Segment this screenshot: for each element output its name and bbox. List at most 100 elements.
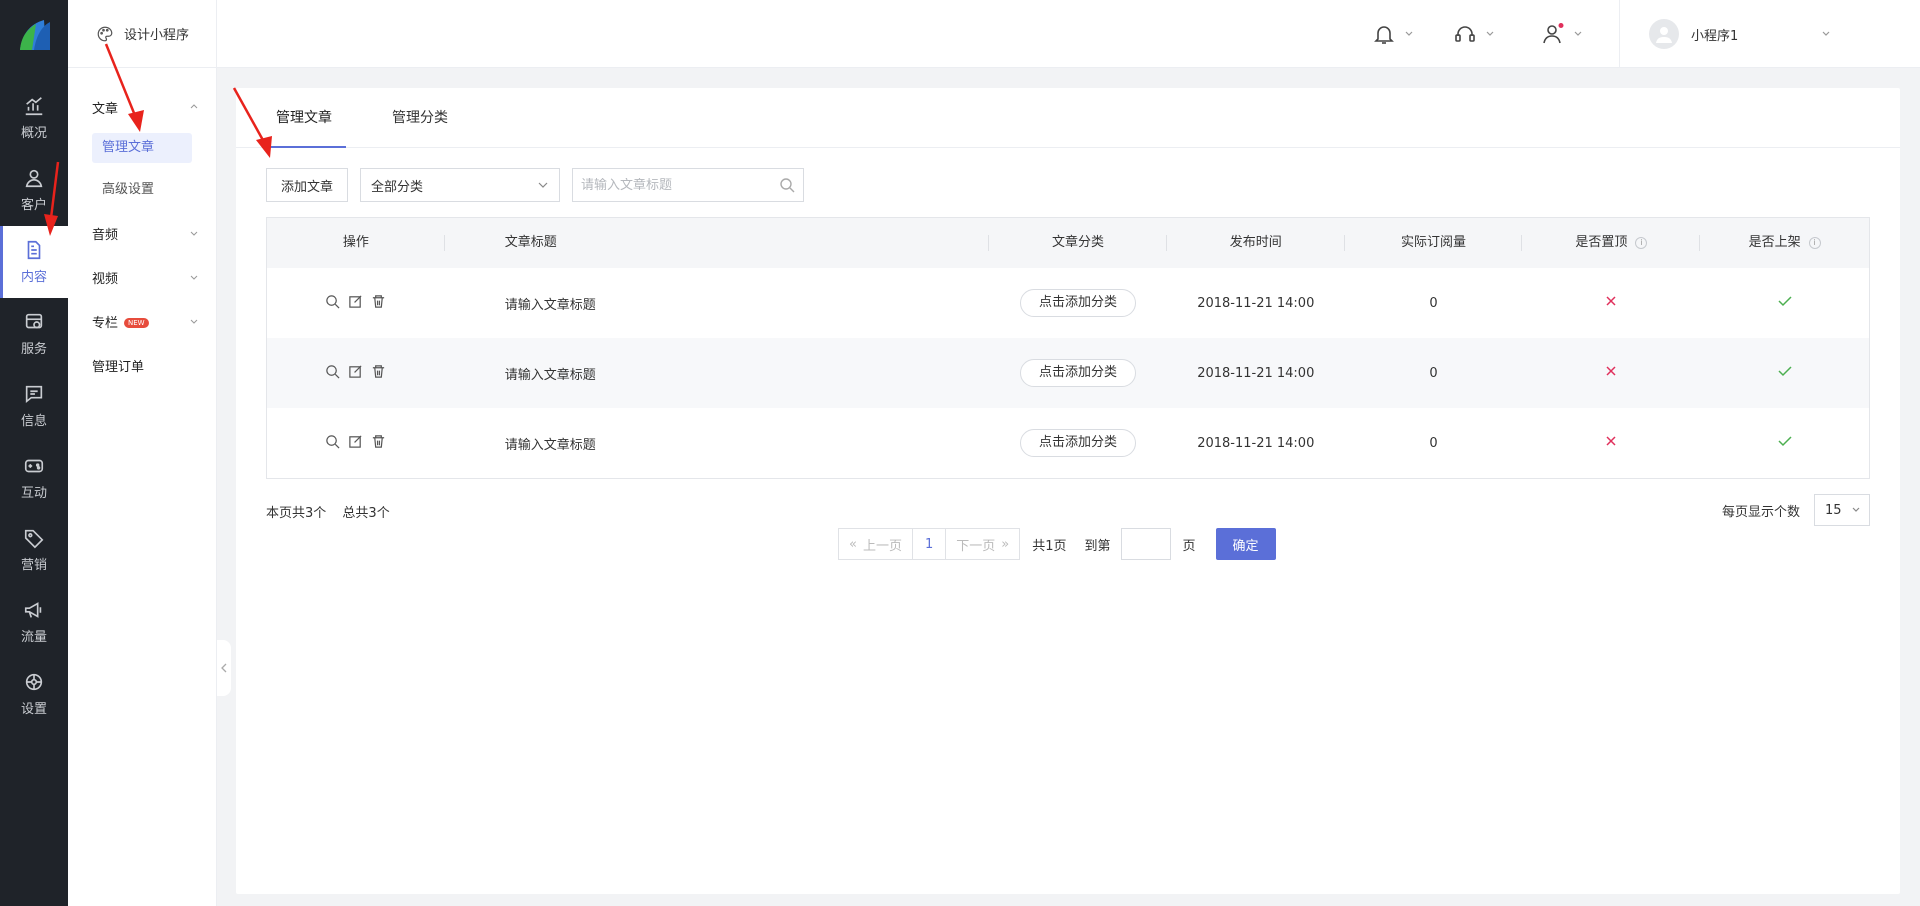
group-column[interactable]: 专栏 NEW [92,308,198,334]
search-input[interactable] [581,177,762,193]
user-menu[interactable]: 小程序1 [1649,18,1831,50]
col-header-title: 文章标题 [445,218,990,268]
prev-page-button[interactable]: « 上一页 [838,528,913,560]
search-icon[interactable] [325,364,340,379]
search-icon[interactable] [779,177,795,193]
support-button[interactable] [1453,22,1495,46]
document-icon [27,240,41,260]
confirm-button[interactable]: 确定 [1215,528,1276,560]
group-article[interactable]: 文章 [92,94,198,120]
top-bar: 小程序1 [217,0,1920,68]
account-menu-button[interactable] [1541,22,1583,46]
nav-item-settings[interactable]: 设置 [0,658,68,730]
search-icon[interactable] [325,434,340,449]
table-row: 请输入文章标题 点击添加分类 2018-11-21 14:00 0 [267,408,1869,478]
nav-item-service[interactable]: 服务 [0,298,68,370]
trash-icon[interactable] [371,294,386,309]
row-actions [267,434,445,453]
info-icon[interactable]: i [1808,236,1821,249]
nav-item-overview[interactable]: 概况 [0,82,68,154]
tab-manage-articles[interactable]: 管理文章 [262,88,346,148]
row-time: 2018-11-21 14:00 [1197,435,1315,451]
tab-manage-categories[interactable]: 管理分类 [392,88,448,148]
nav-label: 内容 [20,270,47,285]
caret-up-icon [190,104,198,109]
page-count: 本页共3个 [266,506,327,521]
group-video[interactable]: 视频 [92,264,198,290]
table-row: 请输入文章标题 点击添加分类 2018-11-21 14:00 0 [267,338,1869,408]
row-time: 2018-11-21 14:00 [1197,365,1315,381]
row-action-icons [325,294,386,309]
goto-page-input[interactable] [1120,528,1171,560]
design-miniprogram-link[interactable]: 设计小程序 [68,0,216,68]
edit-icon[interactable] [348,434,363,449]
app-logo[interactable] [0,0,68,68]
col-header-shelved: 是否上架 [1748,235,1801,250]
edit-icon[interactable] [348,364,363,379]
main-panel: 管理文章 管理分类 添加文章 全部分类 操作 文章标题 文章分类 发布时间 实际… [236,88,1900,894]
next-label: 下一页 [956,538,996,554]
trash-icon[interactable] [371,434,386,449]
nav-item-marketing[interactable]: 营销 [0,514,68,586]
row-pinned[interactable] [1522,295,1700,311]
row-reads: 0 [1429,435,1438,451]
nav-item-customers[interactable]: 客户 [0,154,68,226]
nav-label: 互动 [20,486,47,501]
nav-label: 概况 [20,126,47,141]
nav-item-traffic[interactable]: 流量 [0,586,68,658]
nav-item-interaction[interactable]: 互动 [0,442,68,514]
trash-icon[interactable] [371,364,386,379]
chevron-down-icon [538,182,548,188]
per-page-select[interactable]: 15 [1814,494,1870,526]
chevron-left-icon [221,663,227,673]
info-icon[interactable]: i [1635,236,1648,249]
double-chevron-right-icon: » [1001,536,1010,552]
primary-nav: 概况 客户 内容 服务 信息 互动 营销 流量 设置 [0,0,68,906]
search-box [572,168,805,202]
check-icon [1778,436,1792,447]
row-actions [267,364,445,383]
total-count: 总共3个 [342,506,390,521]
row-category-cell: 点击添加分类 [989,429,1167,457]
person-icon [1543,23,1564,44]
next-page-button[interactable]: 下一页 » [945,528,1021,560]
cross-icon [1606,366,1616,376]
subnav-advanced-settings[interactable]: 高级设置 [92,175,192,205]
group-audio[interactable]: 音频 [92,220,198,246]
row-pinned[interactable] [1522,365,1700,381]
chart-icon [25,97,43,116]
nav-item-messages[interactable]: 信息 [0,370,68,442]
row-shelved[interactable] [1700,295,1869,311]
row-shelved[interactable] [1700,435,1869,451]
table-row: 请输入文章标题 点击添加分类 2018-11-21 14:00 0 [267,268,1869,338]
headset-icon [1455,26,1475,42]
design-miniprogram-label: 设计小程序 [124,28,190,43]
user-icon [25,169,43,188]
page-number-current[interactable]: 1 [912,528,946,560]
row-reads: 0 [1429,365,1438,381]
nav-item-content[interactable]: 内容 [0,226,68,298]
add-article-button[interactable]: 添加文章 [266,168,349,202]
double-chevron-left-icon: « [849,536,857,552]
row-pinned[interactable] [1522,435,1700,451]
subnav-manage-articles[interactable]: 管理文章 [92,133,192,163]
category-select[interactable]: 全部分类 [360,168,561,202]
row-action-icons [325,364,386,379]
row-shelved[interactable] [1700,365,1869,381]
group-label: 文章 [92,101,119,117]
add-category-button[interactable]: 点击添加分类 [1020,289,1137,317]
search-icon[interactable] [325,294,340,309]
row-category-cell: 点击添加分类 [989,289,1167,317]
group-orders[interactable]: 管理订单 [92,352,198,378]
col-header-shelved-wrap: 是否上架 i [1700,218,1869,268]
add-category-button[interactable]: 点击添加分类 [1020,429,1137,457]
nav-label: 服务 [20,342,47,357]
chevron-down-icon [1852,507,1860,512]
bell-icon [1374,26,1394,44]
avatar-icon [1656,27,1672,43]
gamepad-icon [24,459,44,473]
edit-icon[interactable] [348,294,363,309]
collapse-sidebar-handle[interactable] [217,640,231,696]
notifications-button[interactable] [1372,22,1414,46]
add-category-button[interactable]: 点击添加分类 [1020,359,1137,387]
